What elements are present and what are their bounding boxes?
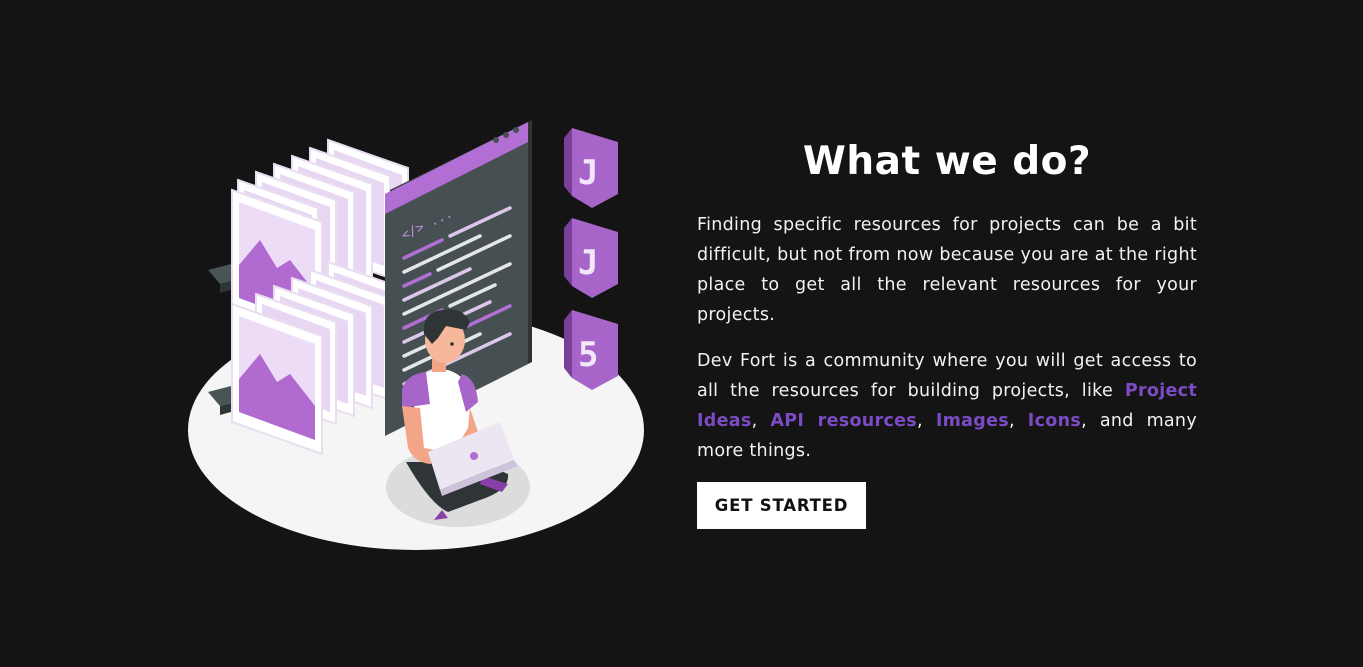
link-icons[interactable]: Icons: [1028, 411, 1081, 431]
separator-text: ,: [1008, 411, 1028, 431]
badge-letter: J: [578, 153, 598, 193]
tech-badge-bottom: 5: [564, 310, 618, 390]
tech-badge-middle: J: [564, 218, 618, 298]
get-started-button[interactable]: GET STARTED: [697, 482, 866, 529]
community-paragraph: Dev Fort is a community where you will g…: [697, 346, 1197, 466]
separator-text: ,: [751, 411, 771, 431]
tech-badge-top: J: [564, 128, 618, 208]
link-api-resources[interactable]: API resources: [770, 411, 917, 431]
intro-paragraph: Finding specific resources for projects …: [697, 215, 1197, 325]
badge-letter: 5: [578, 335, 598, 375]
badge-letter: J: [578, 243, 598, 283]
what-we-do-content: What we do? Finding specific resources f…: [697, 138, 1197, 529]
link-images[interactable]: Images: [936, 411, 1009, 431]
community-intro-text: Dev Fort is a community where you will g…: [697, 351, 1197, 401]
section-heading: What we do?: [802, 139, 1092, 184]
separator-text: ,: [917, 411, 936, 431]
and-text: , and: [1081, 411, 1134, 431]
what-we-do-section: </> ... J J 5 What we do? Finding specif…: [0, 0, 1363, 667]
developer-illustration: </> ... J J 5: [180, 112, 650, 557]
